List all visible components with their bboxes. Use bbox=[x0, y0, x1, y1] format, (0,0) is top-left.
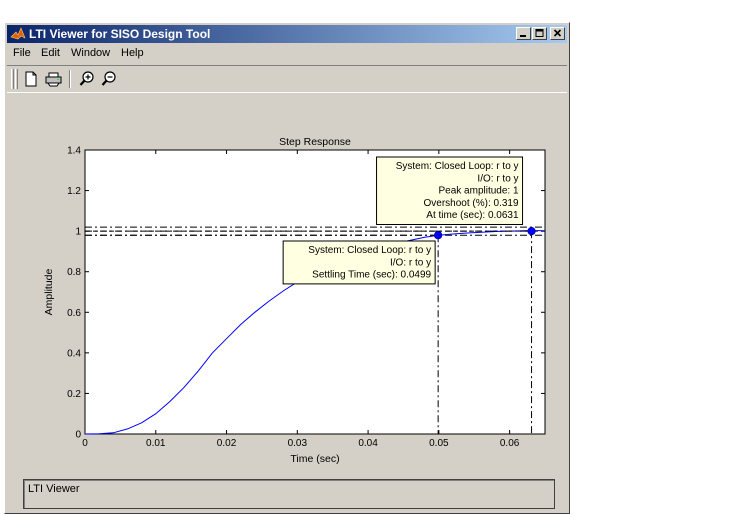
peak-datatip-line: Overshoot (%): 0.319 bbox=[424, 198, 519, 209]
y-axis-label: Amplitude bbox=[43, 269, 55, 316]
lti-viewer-window: LTI Viewer for SISO Design Tool File Edi… bbox=[4, 22, 570, 514]
step-response-plot[interactable]: 0 0.01 0.02 0.03 0.04 0.05 0.06 0 0.2 0.4 0.6 0.8 1 1… bbox=[5, 23, 569, 475]
y-tick-label: 0.4 bbox=[67, 348, 81, 359]
peak-datatip-line: I/O: r to y bbox=[477, 173, 518, 184]
y-tick-label: 1.4 bbox=[67, 146, 81, 157]
peak-datatip-line: At time (sec): 0.0631 bbox=[426, 210, 519, 221]
peak-marker[interactable] bbox=[527, 227, 536, 236]
settling-datatip-line: System: Closed Loop: r to y bbox=[308, 245, 431, 256]
settling-marker[interactable] bbox=[434, 231, 443, 240]
y-tick-label: 0.6 bbox=[67, 308, 81, 319]
y-tick-label: 0 bbox=[75, 430, 81, 441]
x-tick-label: 0 bbox=[82, 438, 88, 449]
x-tick-label: 0.03 bbox=[288, 438, 308, 449]
status-bar: LTI Viewer bbox=[23, 479, 555, 509]
peak-datatip-line: Peak amplitude: 1 bbox=[438, 186, 518, 197]
y-tick-label: 1 bbox=[75, 227, 81, 238]
status-text: LTI Viewer bbox=[28, 483, 80, 495]
x-tick-label: 0.05 bbox=[429, 438, 449, 449]
y-tick-label: 0.2 bbox=[67, 389, 81, 400]
x-tick-label: 0.01 bbox=[146, 438, 166, 449]
y-tick-label: 1.2 bbox=[67, 186, 81, 197]
x-tick-label: 0.06 bbox=[500, 438, 520, 449]
peak-datatip-line: System: Closed Loop: r to y bbox=[396, 161, 519, 172]
x-axis-label: Time (sec) bbox=[290, 453, 339, 465]
chart-title: Step Response bbox=[279, 136, 351, 148]
x-tick-label: 0.02 bbox=[217, 438, 237, 449]
settling-datatip-line: I/O: r to y bbox=[390, 257, 431, 268]
settling-datatip-line: Settling Time (sec): 0.0499 bbox=[312, 270, 431, 281]
x-tick-label: 0.04 bbox=[358, 438, 378, 449]
y-tick-label: 0.8 bbox=[67, 267, 81, 278]
